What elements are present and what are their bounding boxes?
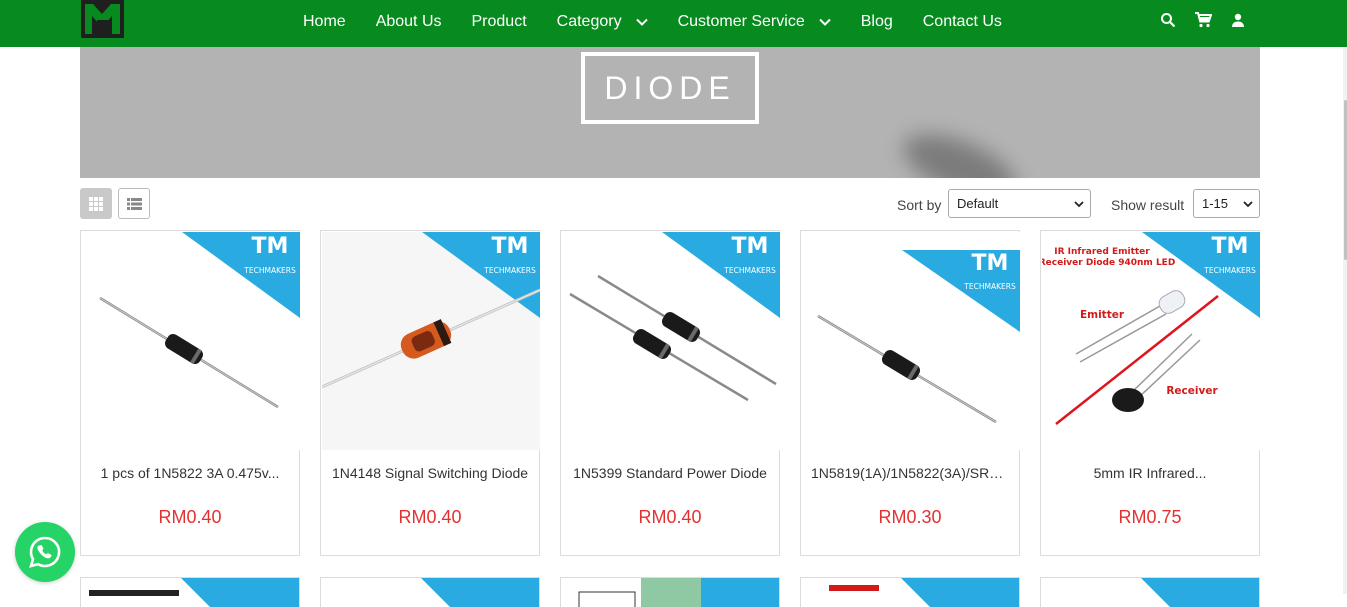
chevron-down-icon	[1243, 201, 1253, 208]
search-icon[interactable]	[1158, 10, 1178, 30]
product-price: RM0.40	[398, 507, 462, 527]
product-card[interactable]: TM TECHMAKERS 1N4148 Signal Switching Di…	[320, 230, 540, 556]
svg-text:TM: TM	[252, 234, 289, 259]
brand-label: TECHMAKERS	[963, 282, 1016, 291]
product-price: RM0.40	[158, 507, 222, 527]
nav-actions	[1158, 10, 1263, 30]
top-navbar: Home About Us Product Category Customer …	[0, 0, 1347, 47]
show-result-label: Show result	[1111, 197, 1185, 213]
nav-about-label: About Us	[375, 13, 442, 30]
show-result-value: 1-15	[1202, 196, 1229, 211]
product-price: RM0.75	[1118, 507, 1182, 527]
product-card[interactable]: TM TECHMAKERS 1N5399 Standard Power Diod…	[560, 230, 780, 556]
product-card-partial[interactable]	[320, 577, 540, 607]
svg-text:TM: TM	[732, 234, 769, 259]
whatsapp-chat-button[interactable]	[15, 522, 75, 582]
grid-view-button[interactable]	[80, 188, 112, 219]
product-name[interactable]: 1N5399 Standard Power Diode	[571, 465, 769, 481]
main-menu: Home About Us Product Category Customer …	[288, 0, 1017, 44]
ir-title-line2: Receiver Diode 940nm LED	[1042, 258, 1175, 268]
banner-title: DIODE	[581, 52, 759, 124]
product-image[interactable]: TM TECHMAKERS	[562, 232, 780, 450]
chevron-down-icon	[635, 18, 648, 26]
list-view-button[interactable]	[118, 188, 150, 219]
nav-product[interactable]: Product	[457, 13, 542, 31]
cart-icon[interactable]	[1193, 10, 1213, 30]
nav-customer-service[interactable]: Customer Service	[663, 13, 846, 31]
nav-home-label: Home	[303, 13, 346, 30]
category-banner: DIODE	[80, 47, 1260, 178]
chevron-down-icon	[1074, 201, 1084, 208]
product-image[interactable]: TM TECHMAKERS IR Infrared Emitter Receiv…	[1042, 232, 1260, 450]
product-name[interactable]: 1N4148 Signal Switching Diode	[331, 465, 529, 481]
product-card-partial[interactable]	[800, 577, 1020, 607]
nav-blog-label: Blog	[860, 13, 893, 30]
product-card[interactable]: TM TECHMAKERS IR Infrared Emitter Receiv…	[1040, 230, 1260, 556]
product-price: RM0.40	[638, 507, 702, 527]
product-price: RM0.30	[878, 507, 942, 527]
brand-label: TECHMAKERS	[1203, 266, 1256, 275]
nav-customer-service-label: Customer Service	[677, 13, 805, 30]
product-card-partial[interactable]	[560, 577, 780, 607]
brand-label: TECHMAKERS	[723, 266, 776, 275]
list-icon	[126, 197, 142, 210]
brand-label: TECHMAKERS	[243, 266, 296, 275]
product-card[interactable]: TM TECHMAKERS 1N5819(1A)/1N5822(3A)/SR51…	[800, 230, 1020, 556]
nav-blog[interactable]: Blog	[846, 13, 908, 31]
svg-text:TM: TM	[972, 251, 1009, 276]
sort-by-select[interactable]: Default	[948, 189, 1091, 218]
nav-category[interactable]: Category	[542, 13, 663, 31]
product-name[interactable]: 1N5819(1A)/1N5822(3A)/SR51...	[811, 465, 1009, 481]
whatsapp-icon	[29, 536, 61, 568]
ir-emitter-label: Emitter	[1080, 309, 1125, 321]
product-card[interactable]: TM TECHMAKERS 1 pcs of 1N5822 3A 0.475v.…	[80, 230, 300, 556]
product-image[interactable]: TM TECHMAKERS	[322, 232, 540, 450]
site-logo[interactable]	[81, 0, 124, 38]
banner-background-image	[895, 121, 1025, 178]
product-image[interactable]: TM TECHMAKERS	[82, 232, 300, 450]
nav-home[interactable]: Home	[288, 13, 361, 31]
nav-product-label: Product	[471, 13, 527, 30]
user-icon[interactable]	[1228, 10, 1248, 30]
svg-text:TM: TM	[1212, 234, 1249, 259]
product-name[interactable]: 5mm IR Infrared...	[1051, 465, 1249, 481]
product-card-partial[interactable]	[1040, 577, 1260, 607]
chevron-down-icon	[819, 18, 831, 26]
product-name[interactable]: 1 pcs of 1N5822 3A 0.475v...	[91, 465, 289, 481]
show-result-select[interactable]: 1-15	[1193, 189, 1260, 218]
nav-category-label: Category	[556, 13, 622, 30]
sort-by-label: Sort by	[897, 197, 942, 213]
svg-text:TM: TM	[492, 234, 529, 259]
ir-receiver-label: Receiver	[1166, 385, 1218, 397]
brand-label: TECHMAKERS	[483, 266, 536, 275]
product-image[interactable]: TM TECHMAKERS	[802, 232, 1020, 450]
grid-icon	[89, 196, 103, 211]
ir-title-line1: IR Infrared Emitter	[1054, 247, 1150, 257]
product-card-partial[interactable]	[80, 577, 300, 607]
nav-contact-label: Contact Us	[922, 13, 1002, 30]
nav-contact-us[interactable]: Contact Us	[908, 13, 1017, 31]
sort-by-value: Default	[957, 196, 999, 211]
nav-about-us[interactable]: About Us	[361, 13, 457, 31]
